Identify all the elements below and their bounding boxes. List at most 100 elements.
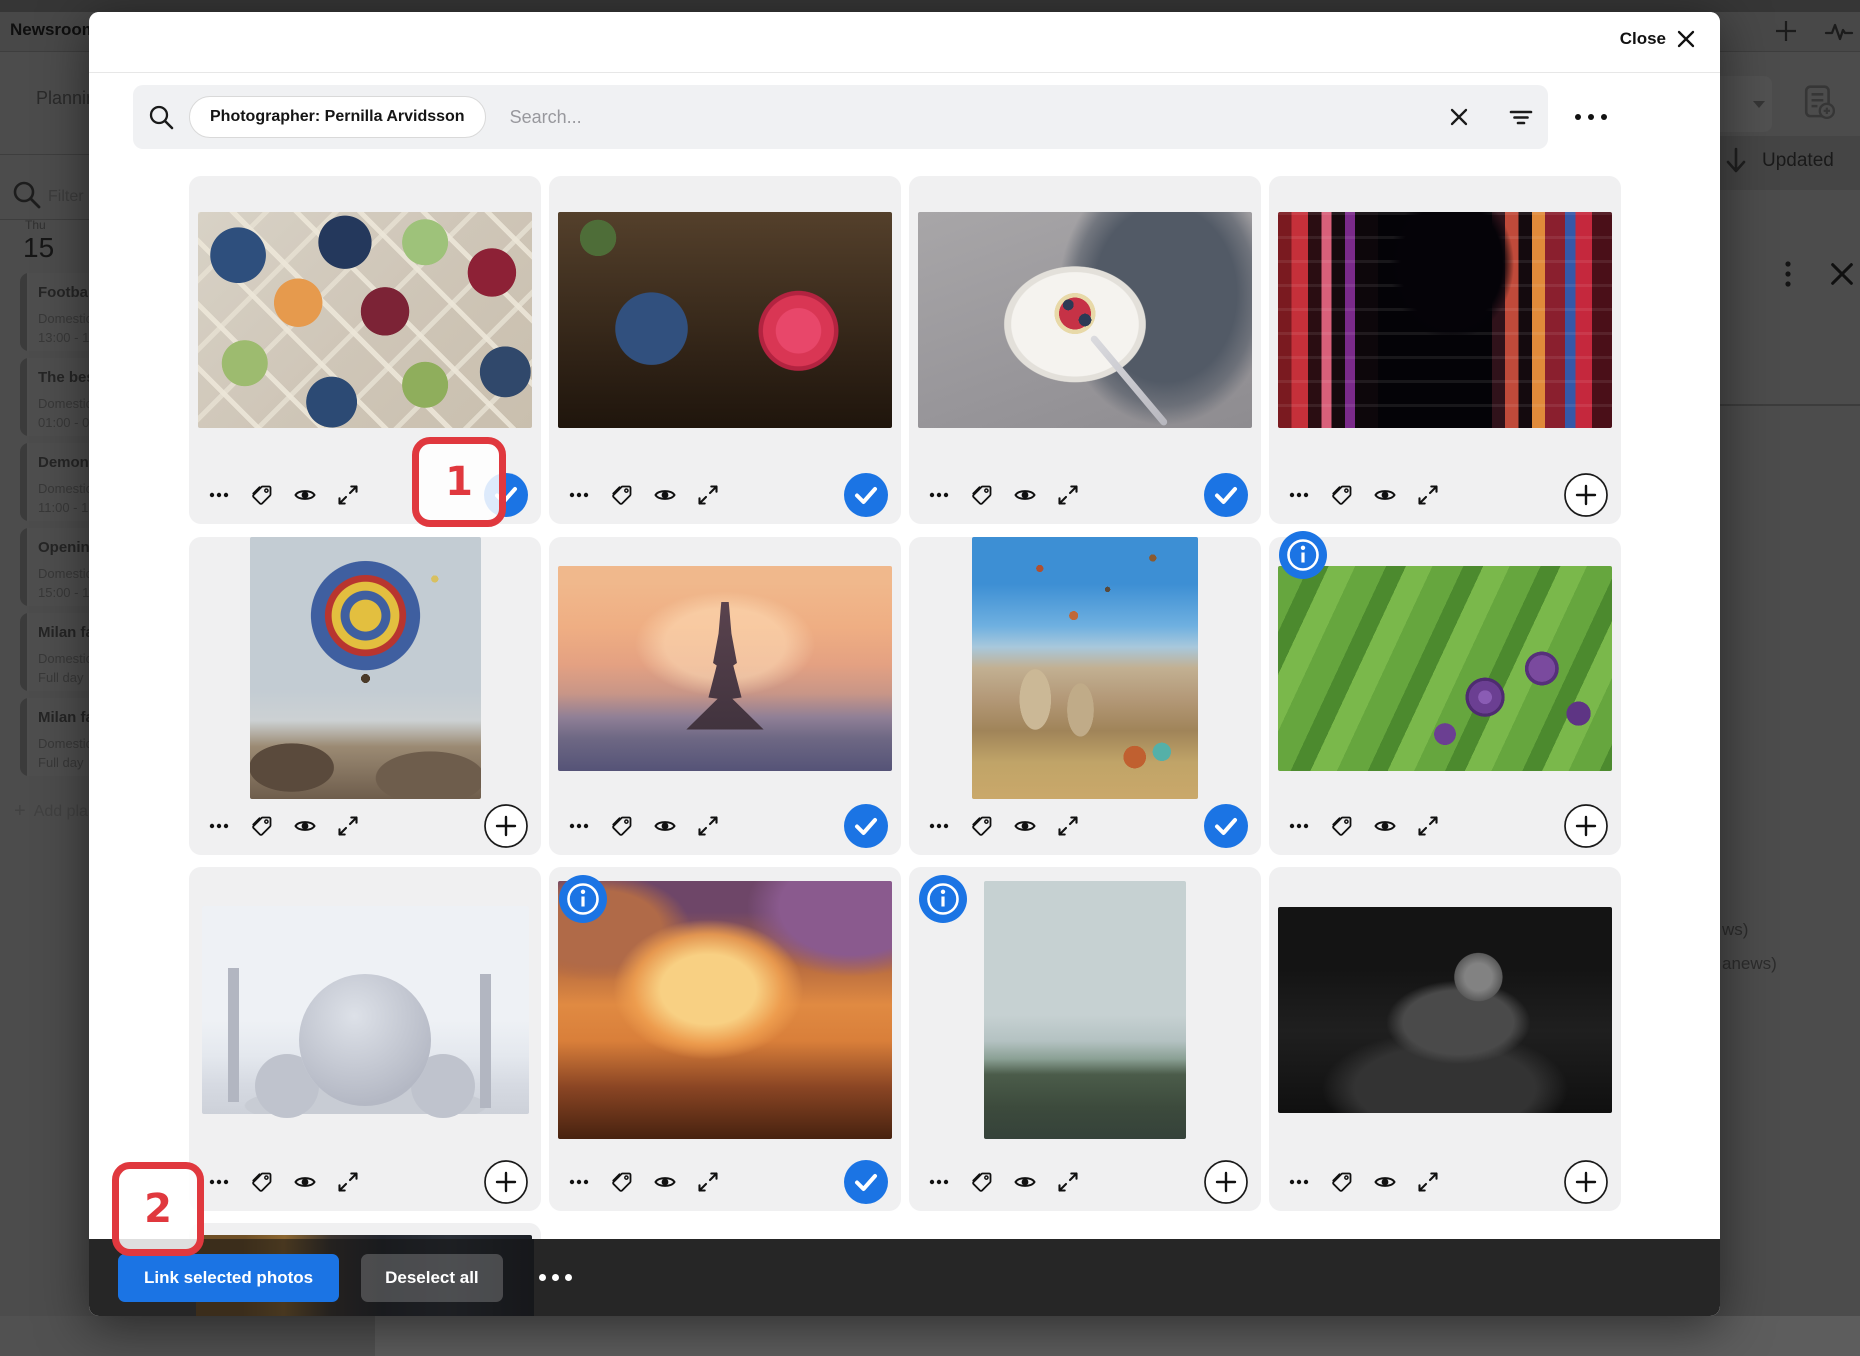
- expand-icon[interactable]: [1056, 1170, 1080, 1194]
- preview-eye-icon[interactable]: [1373, 1170, 1397, 1194]
- plus-icon: +: [14, 800, 26, 823]
- info-badge-icon[interactable]: [919, 875, 967, 923]
- photo-thumbnail[interactable]: [1278, 212, 1612, 428]
- preview-eye-icon[interactable]: [1373, 483, 1397, 507]
- add-plan-button: +Add plan: [14, 800, 97, 823]
- filter-icon[interactable]: [1508, 104, 1534, 130]
- page: { "background": { "app_title": "Newsroom…: [0, 0, 1860, 1356]
- more-options-icon[interactable]: [927, 814, 951, 838]
- preview-eye-icon[interactable]: [293, 814, 317, 838]
- expand-icon[interactable]: [1056, 814, 1080, 838]
- photo-thumbnail[interactable]: [984, 881, 1186, 1139]
- info-badge-icon[interactable]: [559, 875, 607, 923]
- more-options-icon[interactable]: [1287, 483, 1311, 507]
- tags-icon[interactable]: [1330, 814, 1354, 838]
- preview-eye-icon[interactable]: [1013, 814, 1037, 838]
- annotation-number: 2: [144, 1186, 172, 1232]
- photo-thumbnail[interactable]: [972, 537, 1198, 799]
- search-filter-chip[interactable]: Photographer: Pernilla Arvidsson: [189, 96, 486, 138]
- selected-check-button[interactable]: [844, 804, 888, 848]
- more-options-icon[interactable]: [567, 1170, 591, 1194]
- photo-thumbnail[interactable]: [1278, 907, 1612, 1113]
- photo-thumbnail[interactable]: [1278, 566, 1612, 771]
- preview-eye-icon[interactable]: [653, 814, 677, 838]
- more-options-icon[interactable]: [567, 814, 591, 838]
- expand-icon[interactable]: [696, 814, 720, 838]
- tags-icon[interactable]: [1330, 483, 1354, 507]
- link-selected-photos-button[interactable]: Link selected photos: [118, 1254, 339, 1302]
- preview-eye-icon[interactable]: [1013, 1170, 1037, 1194]
- photo-thumbnail[interactable]: [198, 212, 532, 428]
- expand-icon[interactable]: [1416, 814, 1440, 838]
- clear-search-icon[interactable]: [1446, 104, 1472, 130]
- photo-thumbnail[interactable]: [558, 566, 892, 771]
- divider: [1700, 404, 1860, 406]
- preview-eye-icon[interactable]: [293, 1170, 317, 1194]
- search-input[interactable]: [508, 106, 1410, 129]
- info-badge-icon[interactable]: [1279, 531, 1327, 579]
- deselect-all-button[interactable]: Deselect all: [361, 1254, 503, 1302]
- add-photo-button[interactable]: [1204, 1160, 1248, 1204]
- tags-icon[interactable]: [250, 483, 274, 507]
- expand-icon[interactable]: [696, 483, 720, 507]
- preview-eye-icon[interactable]: [653, 1170, 677, 1194]
- expand-icon[interactable]: [336, 1170, 360, 1194]
- expand-icon[interactable]: [696, 1170, 720, 1194]
- photo-thumbnail[interactable]: [918, 212, 1252, 428]
- expand-icon[interactable]: [1416, 1170, 1440, 1194]
- tags-icon[interactable]: [610, 1170, 634, 1194]
- photo-card: [189, 867, 541, 1211]
- close-button[interactable]: Close: [1620, 29, 1696, 49]
- search-more-options-button[interactable]: [1574, 114, 1608, 120]
- more-options-icon[interactable]: [927, 483, 951, 507]
- add-photo-button[interactable]: [1564, 1160, 1608, 1204]
- photo-thumbnail[interactable]: [558, 212, 892, 428]
- expand-icon[interactable]: [1416, 483, 1440, 507]
- annotation-step-2: 2: [112, 1162, 204, 1256]
- event-category: Domestic: [38, 736, 92, 751]
- photo-thumbnail[interactable]: [250, 537, 481, 799]
- add-photo-button[interactable]: [1564, 473, 1608, 517]
- card-actions: [909, 466, 1261, 524]
- footer-more-options-button[interactable]: [539, 1274, 572, 1281]
- selected-check-button[interactable]: [1204, 804, 1248, 848]
- selected-check-button[interactable]: [1204, 473, 1248, 517]
- expand-icon[interactable]: [336, 483, 360, 507]
- tags-icon[interactable]: [610, 483, 634, 507]
- chevron-down-icon: [1750, 98, 1768, 112]
- tags-icon[interactable]: [250, 814, 274, 838]
- tags-icon[interactable]: [970, 1170, 994, 1194]
- add-photo-button[interactable]: [1564, 804, 1608, 848]
- more-options-icon[interactable]: [207, 483, 231, 507]
- more-options-icon[interactable]: [1287, 1170, 1311, 1194]
- more-options-icon[interactable]: [567, 483, 591, 507]
- selected-check-button[interactable]: [844, 1160, 888, 1204]
- photo-thumbnail[interactable]: [558, 881, 892, 1139]
- planning-event-card: Demonst Domestic 11:00 - 13:: [20, 443, 97, 521]
- preview-eye-icon[interactable]: [1013, 483, 1037, 507]
- planning-event-card: The best Domestic 01:00 - 03:: [20, 358, 97, 436]
- add-photo-button[interactable]: [484, 1160, 528, 1204]
- expand-icon[interactable]: [336, 814, 360, 838]
- tags-icon[interactable]: [1330, 1170, 1354, 1194]
- preview-eye-icon[interactable]: [1373, 814, 1397, 838]
- photo-thumbnail[interactable]: [202, 906, 529, 1114]
- preview-eye-icon[interactable]: [293, 483, 317, 507]
- card-actions: [1269, 1153, 1621, 1211]
- card-actions: [1269, 466, 1621, 524]
- preview-eye-icon[interactable]: [653, 483, 677, 507]
- more-options-icon[interactable]: [207, 814, 231, 838]
- add-photo-button[interactable]: [484, 804, 528, 848]
- more-options-icon[interactable]: [1287, 814, 1311, 838]
- more-options-icon[interactable]: [207, 1170, 231, 1194]
- tags-icon[interactable]: [610, 814, 634, 838]
- tags-icon[interactable]: [250, 1170, 274, 1194]
- search-bar[interactable]: Photographer: Pernilla Arvidsson: [133, 85, 1548, 149]
- tags-icon[interactable]: [970, 814, 994, 838]
- more-options-icon[interactable]: [927, 1170, 951, 1194]
- expand-icon[interactable]: [1056, 483, 1080, 507]
- selected-check-button[interactable]: [844, 473, 888, 517]
- tags-icon[interactable]: [970, 483, 994, 507]
- event-time: Full day: [38, 670, 84, 685]
- kebab-menu-icon: [1776, 258, 1800, 292]
